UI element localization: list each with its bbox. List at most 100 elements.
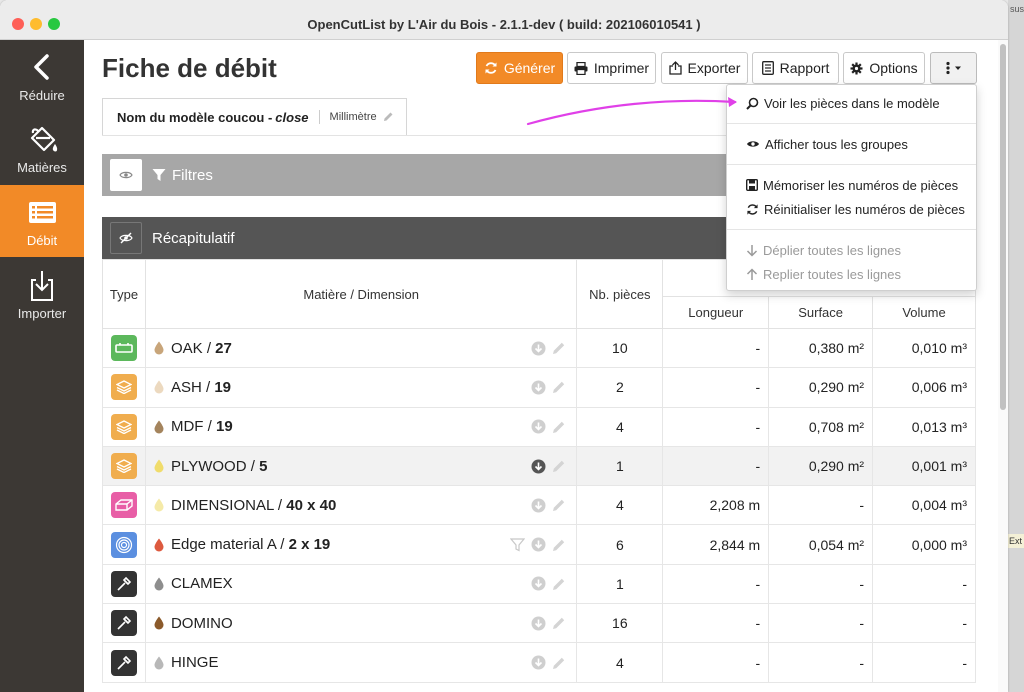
- menu-item-label: Afficher tous les groupes: [765, 136, 908, 152]
- edit-pencil-icon[interactable]: [552, 577, 566, 591]
- edit-pencil-icon[interactable]: [552, 420, 566, 434]
- length-cell: -: [662, 327, 770, 369]
- options-button[interactable]: Options: [843, 52, 925, 84]
- menu-item-reset-part-numbers[interactable]: Réinitialiser les numéros de pièces: [727, 198, 976, 220]
- print-button-label: Imprimer: [593, 60, 650, 76]
- unit-label: Millimètre: [329, 111, 377, 123]
- vertical-scrollbar[interactable]: [998, 40, 1008, 692]
- table-row[interactable]: MDF / 19 4 - 0,708 m² 0,013 m³: [102, 406, 976, 447]
- count-cell: 4: [576, 642, 664, 683]
- col-header-volume: Volume: [872, 296, 976, 329]
- table-row[interactable]: DIMENSIONAL / 40 x 40 4 2,208 m - 0,004 …: [102, 485, 976, 526]
- expand-down-icon[interactable]: [531, 459, 546, 474]
- expand-down-icon[interactable]: [531, 341, 546, 356]
- generate-button-label: Générer: [503, 60, 556, 76]
- print-button[interactable]: Imprimer: [567, 52, 656, 84]
- material-color-drop-icon: [154, 656, 164, 670]
- report-button-label: Rapport: [779, 60, 830, 76]
- export-icon: [668, 61, 682, 75]
- table-row[interactable]: Edge material A / 2 x 19 6 2,844 m 0,054…: [102, 524, 976, 565]
- length-cell: -: [662, 603, 770, 644]
- table-row[interactable]: CLAMEX 1 - - -: [102, 563, 976, 605]
- menu-item-show-parts-in-model[interactable]: Voir les pièces dans le modèle: [727, 92, 976, 114]
- surface-cell: -: [768, 563, 874, 605]
- eye-icon: [747, 141, 759, 147]
- surface-cell: 0,290 m²: [768, 445, 874, 487]
- generate-button[interactable]: Générer: [476, 52, 563, 84]
- length-cell: -: [662, 406, 770, 447]
- more-menu-button[interactable]: [930, 52, 977, 84]
- scrollbar-thumb[interactable]: [1000, 44, 1006, 410]
- count-cell: 6: [576, 524, 664, 565]
- surface-cell: -: [768, 642, 874, 683]
- count-cell: 16: [576, 603, 664, 644]
- menu-item-label: Voir les pièces dans le modèle: [764, 95, 940, 111]
- material-name: MDF / 19: [170, 418, 233, 436]
- hardware-icon: [110, 649, 137, 676]
- table-row[interactable]: DOMINO 16 - - -: [102, 603, 976, 644]
- menu-item-label: Mémoriser les numéros de pièces: [763, 177, 959, 193]
- expand-down-icon[interactable]: [531, 498, 546, 513]
- col-header-material: Matière / Dimension: [144, 259, 578, 329]
- menu-item-save-part-numbers[interactable]: Mémoriser les numéros de pièces: [727, 174, 976, 196]
- material-color-drop-icon: [154, 498, 164, 512]
- edit-pencil-icon[interactable]: [552, 459, 566, 473]
- eye-slash-toggle-button[interactable]: [110, 222, 142, 254]
- printer-icon: [574, 61, 588, 75]
- window-title: OpenCutList by L'Air du Bois - 2.1.1-dev…: [307, 17, 701, 32]
- edit-pencil-icon[interactable]: [552, 341, 566, 355]
- expand-down-icon[interactable]: [531, 380, 546, 395]
- menu-item-show-all-groups[interactable]: Afficher tous les groupes: [727, 133, 976, 155]
- material-color-drop-icon: [154, 341, 164, 355]
- expand-down-icon[interactable]: [531, 655, 546, 670]
- material-color-drop-icon: [154, 538, 164, 552]
- sheet-goods-icon: [110, 374, 137, 401]
- menu-divider: [727, 164, 976, 165]
- model-name-prefix: Nom du modèle coucou -: [117, 109, 273, 125]
- col-header-count: Nb. pièces: [576, 259, 664, 329]
- volume-cell: 0,000 m³: [872, 524, 976, 565]
- options-button-label: Options: [869, 60, 918, 76]
- surface-cell: 0,380 m²: [768, 327, 874, 369]
- sidebar-item-reduire[interactable]: Réduire: [0, 40, 84, 112]
- title-bar: OpenCutList by L'Air du Bois - 2.1.1-dev…: [0, 0, 1008, 40]
- arrow-up-icon: [746, 267, 758, 280]
- edit-pencil-icon[interactable]: [552, 538, 566, 552]
- model-tab[interactable]: Nom du modèle coucou - close Millimètre: [102, 98, 407, 135]
- filter-outline-icon[interactable]: [510, 537, 526, 552]
- eye-slash-icon: [119, 232, 133, 244]
- expand-down-icon[interactable]: [531, 616, 546, 631]
- eye-toggle-button[interactable]: [110, 159, 142, 191]
- filter-icon: [152, 169, 166, 181]
- sidebar-item-importer[interactable]: Importer: [0, 258, 84, 330]
- col-header-surface: Surface: [768, 296, 874, 329]
- table-row[interactable]: HINGE 4 - - -: [102, 642, 976, 683]
- refresh-icon: [747, 203, 758, 215]
- volume-cell: -: [872, 563, 976, 605]
- sidebar-item-label: Importer: [17, 306, 67, 321]
- table-row[interactable]: OAK / 27 10 - 0,380 m² 0,010 m³: [102, 327, 976, 369]
- report-button[interactable]: Rapport: [752, 52, 839, 84]
- sidebar-item-debit[interactable]: Débit: [0, 185, 84, 257]
- volume-cell: 0,010 m³: [872, 327, 976, 369]
- expand-down-icon[interactable]: [531, 537, 546, 552]
- page-title: Fiche de débit: [102, 53, 277, 83]
- table-row[interactable]: ASH / 19 2 - 0,290 m² 0,006 m³: [102, 367, 976, 408]
- expand-down-icon[interactable]: [531, 419, 546, 434]
- edit-unit-icon[interactable]: [383, 110, 394, 125]
- edit-pencil-icon[interactable]: [552, 656, 566, 670]
- menu-divider: [727, 123, 976, 124]
- sidebar-item-label: Débit: [26, 233, 58, 248]
- menu-item-collapse-all-rows[interactable]: Replier toutes les lignes: [727, 263, 976, 285]
- export-button[interactable]: Exporter: [661, 52, 748, 84]
- edit-pencil-icon[interactable]: [552, 498, 566, 512]
- edit-pencil-icon[interactable]: [552, 380, 566, 394]
- hardware-icon: [110, 610, 137, 637]
- material-name: DIMENSIONAL / 40 x 40: [170, 496, 337, 514]
- expand-down-icon[interactable]: [531, 576, 546, 591]
- menu-item-expand-all-rows[interactable]: Déplier toutes les lignes: [727, 239, 976, 261]
- sidebar-item-matieres[interactable]: Matières: [0, 112, 84, 184]
- count-cell: 10: [576, 327, 664, 369]
- table-row[interactable]: PLYWOOD / 5 1 - 0,290 m² 0,001 m³: [102, 445, 976, 487]
- edit-pencil-icon[interactable]: [552, 616, 566, 630]
